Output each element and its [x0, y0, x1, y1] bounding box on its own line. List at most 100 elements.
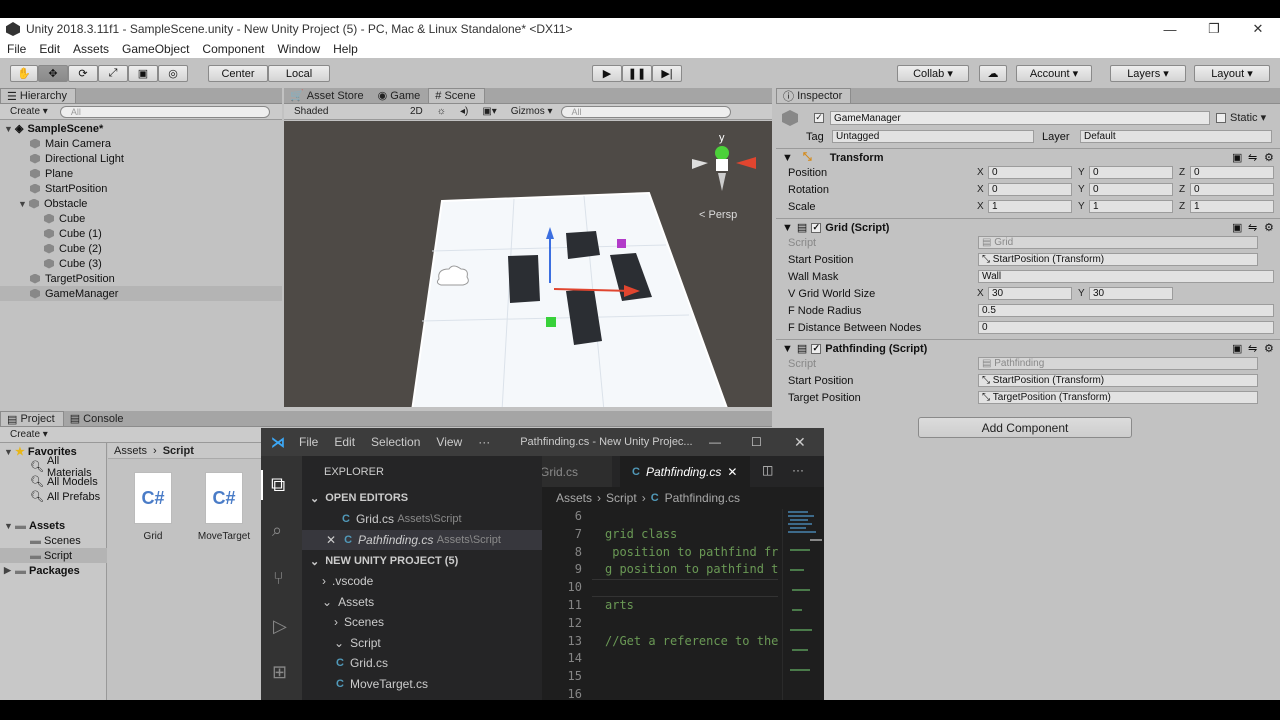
tree-grid-file[interactable]: C Grid.cs: [302, 653, 542, 673]
explorer-icon[interactable]: ⧉: [271, 474, 285, 497]
tree-vscode-folder[interactable]: › .vscode: [302, 571, 542, 591]
fav-all-prefabs[interactable]: 🔍︎ All Prefabs: [30, 489, 100, 504]
object-name-field[interactable]: GameManager: [830, 111, 1210, 125]
fav-all-models[interactable]: 🔍︎ All Models: [30, 474, 98, 489]
extensions-icon[interactable]: ⊞: [272, 662, 287, 683]
rotate-tool-icon[interactable]: ⟳: [68, 65, 98, 82]
pf-start-field[interactable]: ⤡ StartPosition (Transform): [978, 374, 1258, 387]
vs-menu-view[interactable]: View: [436, 435, 462, 449]
layout-dropdown[interactable]: Layout ▾: [1194, 65, 1270, 82]
persp-label[interactable]: < Persp: [699, 209, 737, 221]
wall-mask-dropdown[interactable]: Wall: [978, 270, 1274, 283]
hierarchy-search-input[interactable]: All: [59, 105, 270, 118]
play-button[interactable]: ▶: [592, 65, 622, 82]
add-component-button[interactable]: Add Component: [918, 417, 1132, 438]
vs-close-button[interactable]: ✕: [794, 434, 806, 451]
component-settings-icon[interactable]: ⚙: [1264, 151, 1274, 164]
menu-gameobject[interactable]: GameObject: [115, 42, 195, 56]
project-section[interactable]: ⌄ NEW UNITY PROJECT (5): [302, 551, 542, 571]
vs-menu-edit[interactable]: Edit: [334, 435, 355, 449]
csharp-file-icon[interactable]: C#: [134, 472, 172, 524]
tab-game[interactable]: ◉ Game: [372, 88, 429, 103]
tree-movetarget-file[interactable]: C MoveTarget.cs: [302, 674, 542, 694]
tree-item-gamemanager[interactable]: GameManager: [0, 286, 282, 301]
static-toggle[interactable]: Static ▾: [1216, 111, 1266, 124]
file-label[interactable]: MoveTarget: [190, 531, 258, 542]
close-icon[interactable]: ✕: [727, 465, 737, 479]
target-marker[interactable]: [617, 239, 626, 248]
component-preset-icon[interactable]: ⇋: [1248, 342, 1257, 355]
hierarchy-create-button[interactable]: Create ▾: [10, 106, 48, 117]
position-z-field[interactable]: 0: [1190, 166, 1274, 179]
vs-menu-more[interactable]: ···: [478, 435, 490, 449]
close-icon[interactable]: ✕: [326, 533, 336, 547]
menu-edit[interactable]: Edit: [32, 42, 66, 56]
open-editors-section[interactable]: ⌄ OPEN EDITORS: [302, 488, 542, 508]
vs-menu-file[interactable]: File: [299, 435, 318, 449]
mode-2d-button[interactable]: 2D: [410, 106, 423, 117]
pathfinding-enabled-checkbox[interactable]: ✓: [811, 343, 822, 354]
account-dropdown[interactable]: Account ▾: [1016, 65, 1092, 82]
tree-item-cube-1[interactable]: Cube (1): [44, 226, 102, 241]
tree-script-folder[interactable]: ⌄ Script: [302, 633, 542, 653]
crumb[interactable]: Pathfinding.cs: [665, 491, 740, 505]
obstacle-cube-1[interactable]: [508, 255, 540, 303]
packages-folder[interactable]: ▶ ▬ Packages: [4, 563, 80, 578]
tag-dropdown[interactable]: Untagged: [832, 130, 1034, 143]
pathfinding-script-header[interactable]: ▼ ▤ ✓ Pathfinding (Script) ▣ ⇋ ⚙: [776, 339, 1280, 357]
tab-scene[interactable]: # Scene: [428, 88, 485, 103]
tree-item-cube-3[interactable]: Cube (3): [44, 256, 102, 271]
gizmos-dropdown[interactable]: Gizmos ▾: [511, 106, 553, 117]
assets-folder[interactable]: ▼ ▬ Assets: [4, 518, 65, 533]
split-editor-icon[interactable]: ◫: [762, 463, 773, 477]
scene-view[interactable]: y < Persp: [284, 121, 772, 407]
pf-target-field[interactable]: ⤡ TargetPosition (Transform): [978, 391, 1258, 404]
shading-dropdown[interactable]: Shaded: [294, 106, 404, 117]
step-button[interactable]: ▶|: [652, 65, 682, 82]
obstacle-cube[interactable]: [566, 231, 600, 259]
vs-minimize-button[interactable]: —: [709, 435, 721, 449]
tab-pathfinding-cs[interactable]: C Pathfinding.cs ✕: [620, 456, 750, 487]
tree-item-obstacle[interactable]: ▼ Obstacle: [18, 196, 87, 211]
menu-file[interactable]: File: [0, 42, 32, 56]
project-create-button[interactable]: Create ▾: [10, 429, 48, 440]
menu-component[interactable]: Component: [195, 42, 270, 56]
tab-hierarchy[interactable]: ☰ Hierarchy: [0, 88, 76, 103]
lighting-icon[interactable]: ☼: [437, 106, 446, 117]
scenes-folder[interactable]: ▬ Scenes: [30, 533, 81, 548]
rotation-x-field[interactable]: 0: [988, 183, 1072, 196]
crumb[interactable]: Assets: [556, 491, 592, 505]
grid-start-field[interactable]: ⤡ StartPosition (Transform): [978, 253, 1258, 266]
menu-assets[interactable]: Assets: [66, 42, 115, 56]
tree-item-startposition[interactable]: StartPosition: [30, 181, 107, 196]
more-actions-icon[interactable]: ···: [792, 463, 804, 477]
scale-y-field[interactable]: 1: [1089, 200, 1173, 213]
script-folder[interactable]: ▬ Script: [0, 548, 107, 563]
effects-icon[interactable]: ▣▾: [482, 106, 496, 117]
tree-item-directional-light[interactable]: Directional Light: [30, 151, 124, 166]
component-preset-icon[interactable]: ⇋: [1248, 151, 1257, 164]
pivot-center-button[interactable]: Center: [208, 65, 268, 82]
scene-search-input[interactable]: All: [560, 105, 731, 118]
position-y-field[interactable]: 0: [1089, 166, 1173, 179]
minimap[interactable]: [782, 509, 824, 700]
collab-button[interactable]: Collab ▾: [897, 65, 969, 82]
crumb-script[interactable]: Script: [163, 445, 194, 457]
vs-menu-selection[interactable]: Selection: [371, 435, 420, 449]
component-settings-icon[interactable]: ⚙: [1264, 342, 1274, 355]
debug-icon[interactable]: ▷: [273, 616, 287, 637]
minimize-button[interactable]: —: [1148, 18, 1192, 40]
pivot-local-button[interactable]: Local: [268, 65, 330, 82]
grid-script-header[interactable]: ▼ ▤ ✓ Grid (Script) ▣ ⇋ ⚙: [776, 218, 1280, 236]
component-help-icon[interactable]: ▣: [1232, 151, 1242, 164]
rect-tool-icon[interactable]: ▣: [128, 65, 158, 82]
orientation-gizmo[interactable]: y < Persp: [692, 132, 756, 221]
tree-scenes-folder[interactable]: › Scenes: [302, 612, 542, 632]
active-checkbox[interactable]: ✓: [814, 111, 828, 123]
hand-tool-icon[interactable]: ✋: [10, 65, 38, 82]
tree-item-cube-2[interactable]: Cube (2): [44, 241, 102, 256]
scale-x-field[interactable]: 1: [988, 200, 1072, 213]
source-control-icon[interactable]: ⑂: [273, 568, 284, 589]
node-radius-field[interactable]: 0.5: [978, 304, 1274, 317]
tree-item-main-camera[interactable]: Main Camera: [30, 136, 111, 151]
